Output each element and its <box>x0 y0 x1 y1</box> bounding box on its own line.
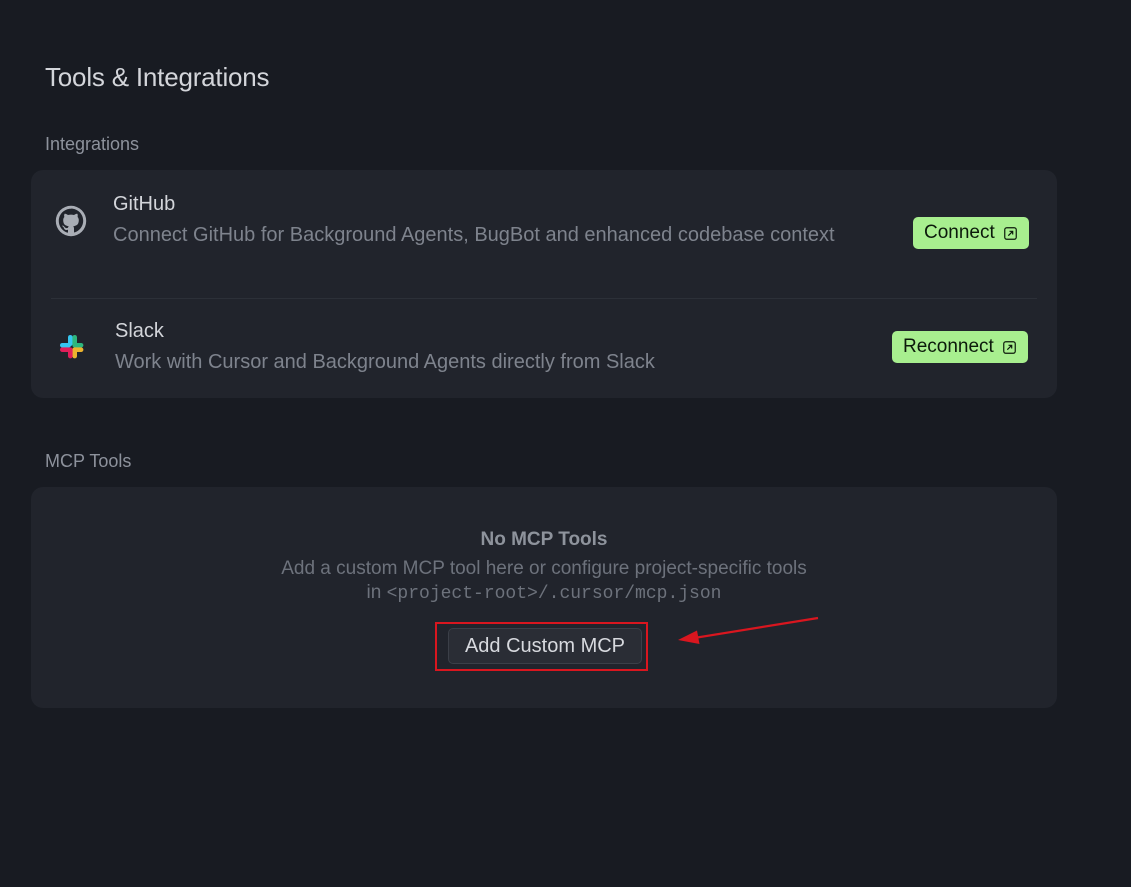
page-title: Tools & Integrations <box>45 62 270 92</box>
slack-icon <box>57 332 87 362</box>
slack-reconnect-button[interactable]: Reconnect <box>892 331 1028 363</box>
integration-desc-github: Connect GitHub for Background Agents, Bu… <box>113 224 835 246</box>
integration-name-github: GitHub <box>113 193 176 215</box>
settings-page: Tools & Integrations Integrations GitHub… <box>0 0 1131 887</box>
connect-button-label: Connect <box>924 222 995 243</box>
integration-desc-slack: Work with Cursor and Background Agents d… <box>115 351 655 373</box>
mcp-tools-card: No MCP Tools Add a custom MCP tool here … <box>31 487 1057 708</box>
integration-row-slack: Slack Work with Cursor and Background Ag… <box>31 299 1057 398</box>
empty-state-title: No MCP Tools <box>480 529 608 550</box>
add-custom-mcp-button[interactable]: Add Custom MCP <box>448 628 642 664</box>
github-connect-button[interactable]: Connect <box>913 217 1029 249</box>
integration-name-slack: Slack <box>115 320 164 342</box>
empty-state-line-1: Add a custom MCP tool here or configure … <box>281 558 807 579</box>
external-link-icon <box>1002 340 1016 354</box>
reconnect-button-label: Reconnect <box>903 336 994 357</box>
integrations-section-label: Integrations <box>45 134 140 154</box>
empty-state-description: Add a custom MCP tool here or configure … <box>31 557 1057 606</box>
empty-state-in-word: in <box>366 582 382 603</box>
empty-state-line-2: in <project-root>/.cursor/mcp.json <box>31 581 1057 606</box>
external-link-icon <box>1003 226 1017 240</box>
mcp-config-path: <project-root>/.cursor/mcp.json <box>386 584 722 604</box>
integration-row-github: GitHub Connect GitHub for Background Age… <box>31 170 1057 298</box>
integrations-card: GitHub Connect GitHub for Background Age… <box>31 170 1057 398</box>
mcp-section-label: MCP Tools <box>45 451 132 471</box>
github-icon <box>55 205 87 237</box>
